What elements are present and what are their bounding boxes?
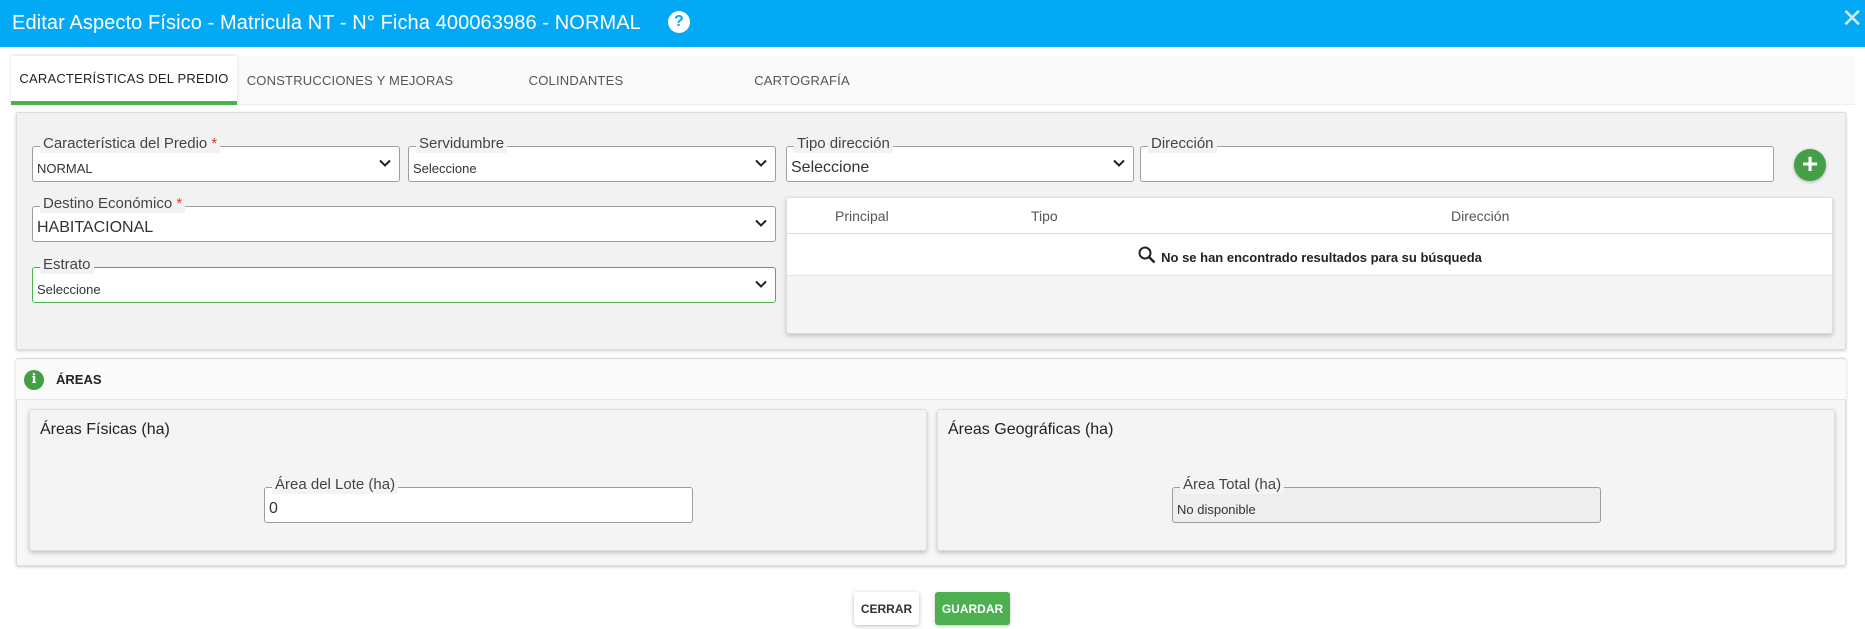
tab-cartografia[interactable]: CARTOGRAFÍA [689, 56, 915, 105]
column-header-direccion[interactable]: Dirección [1451, 208, 1509, 224]
add-address-button[interactable]: + [1794, 149, 1826, 181]
area-total-input: Área Total (ha) No disponible [1172, 476, 1601, 523]
areas-section-header: i ÁREAS [16, 360, 1846, 400]
direccion-input[interactable]: Dirección [1140, 135, 1774, 182]
area-lote-value: 0 [269, 500, 278, 517]
column-header-tipo[interactable]: Tipo [1031, 208, 1058, 224]
areas-fisicas-title: Áreas Físicas (ha) [40, 421, 170, 438]
destino-economico-value: HABITACIONAL [37, 219, 154, 236]
servidumbre-label: Servidumbre [416, 135, 508, 153]
info-icon: i [24, 369, 44, 390]
required-mark: * [176, 195, 183, 212]
address-table: Principal Tipo Dirección No se han encon… [786, 197, 1833, 334]
column-header-principal[interactable]: Principal [835, 208, 889, 224]
estrato-value: Seleccione [37, 282, 101, 297]
help-icon[interactable]: ? [667, 10, 690, 33]
chevron-down-icon[interactable] [753, 155, 769, 171]
add-icon: + [1801, 148, 1819, 179]
servidumbre-value: Seleccione [413, 161, 477, 176]
tab-bar: CARACTERÍSTICAS DEL PREDIO CONSTRUCCIONE… [11, 56, 1855, 105]
area-lote-label: Área del Lote (ha) [272, 476, 399, 494]
caracteristica-predio-label: Característica del Predio * [40, 135, 221, 153]
required-mark: * [211, 135, 218, 152]
dialog-title: Editar Aspecto Físico - Matricula NT - N… [12, 12, 641, 34]
destino-economico-select[interactable]: Destino Económico * HABITACIONAL [32, 195, 776, 242]
cerrar-button[interactable]: CERRAR [854, 592, 919, 625]
chevron-down-icon[interactable] [1111, 155, 1127, 171]
tab-caracteristicas-del-predio[interactable]: CARACTERÍSTICAS DEL PREDIO [11, 56, 237, 105]
servidumbre-select[interactable]: Servidumbre Seleccione [408, 135, 776, 182]
chevron-down-icon[interactable] [753, 276, 769, 292]
caracteristica-predio-select[interactable]: Característica del Predio * NORMAL [32, 135, 400, 182]
close-icon[interactable]: ✕ [1841, 4, 1863, 34]
estrato-box[interactable] [32, 267, 776, 303]
areas-geograficas-card: Áreas Geográficas (ha) Área Total (ha) N… [937, 409, 1835, 551]
address-table-header: Principal Tipo Dirección [787, 198, 1832, 234]
estrato-label: Estrato [40, 256, 94, 274]
direccion-label: Dirección [1148, 135, 1217, 153]
area-total-value: No disponible [1177, 502, 1256, 517]
tab-colindantes[interactable]: COLINDANTES [463, 56, 689, 105]
chevron-down-icon[interactable] [753, 215, 769, 231]
empty-results-message: No se han encontrado resultados para su … [1161, 250, 1482, 265]
destino-economico-label: Destino Económico * [40, 195, 186, 213]
direccion-box[interactable] [1140, 146, 1774, 182]
dialog-titlebar: Editar Aspecto Físico - Matricula NT - N… [0, 0, 1865, 47]
tipo-direccion-select[interactable]: Tipo dirección Seleccione [786, 135, 1134, 182]
guardar-button[interactable]: GUARDAR [935, 592, 1010, 625]
chevron-down-icon[interactable] [377, 155, 393, 171]
tab-construcciones-y-mejoras[interactable]: CONSTRUCCIONES Y MEJORAS [237, 56, 463, 105]
tipo-direccion-label: Tipo dirección [794, 135, 893, 153]
areas-fisicas-card: Áreas Físicas (ha) Área del Lote (ha) 0 [29, 409, 927, 551]
area-lote-input[interactable]: Área del Lote (ha) 0 [264, 476, 693, 523]
caracteristica-predio-value: NORMAL [37, 161, 93, 176]
areas-geograficas-title: Áreas Geográficas (ha) [948, 421, 1114, 438]
tipo-direccion-value: Seleccione [791, 159, 870, 176]
area-total-label: Área Total (ha) [1180, 476, 1285, 494]
areas-section-title: ÁREAS [56, 372, 102, 387]
empty-results-row: No se han encontrado resultados para su … [787, 234, 1832, 276]
search-icon [1138, 246, 1156, 263]
estrato-select[interactable]: Estrato Seleccione [32, 256, 776, 303]
